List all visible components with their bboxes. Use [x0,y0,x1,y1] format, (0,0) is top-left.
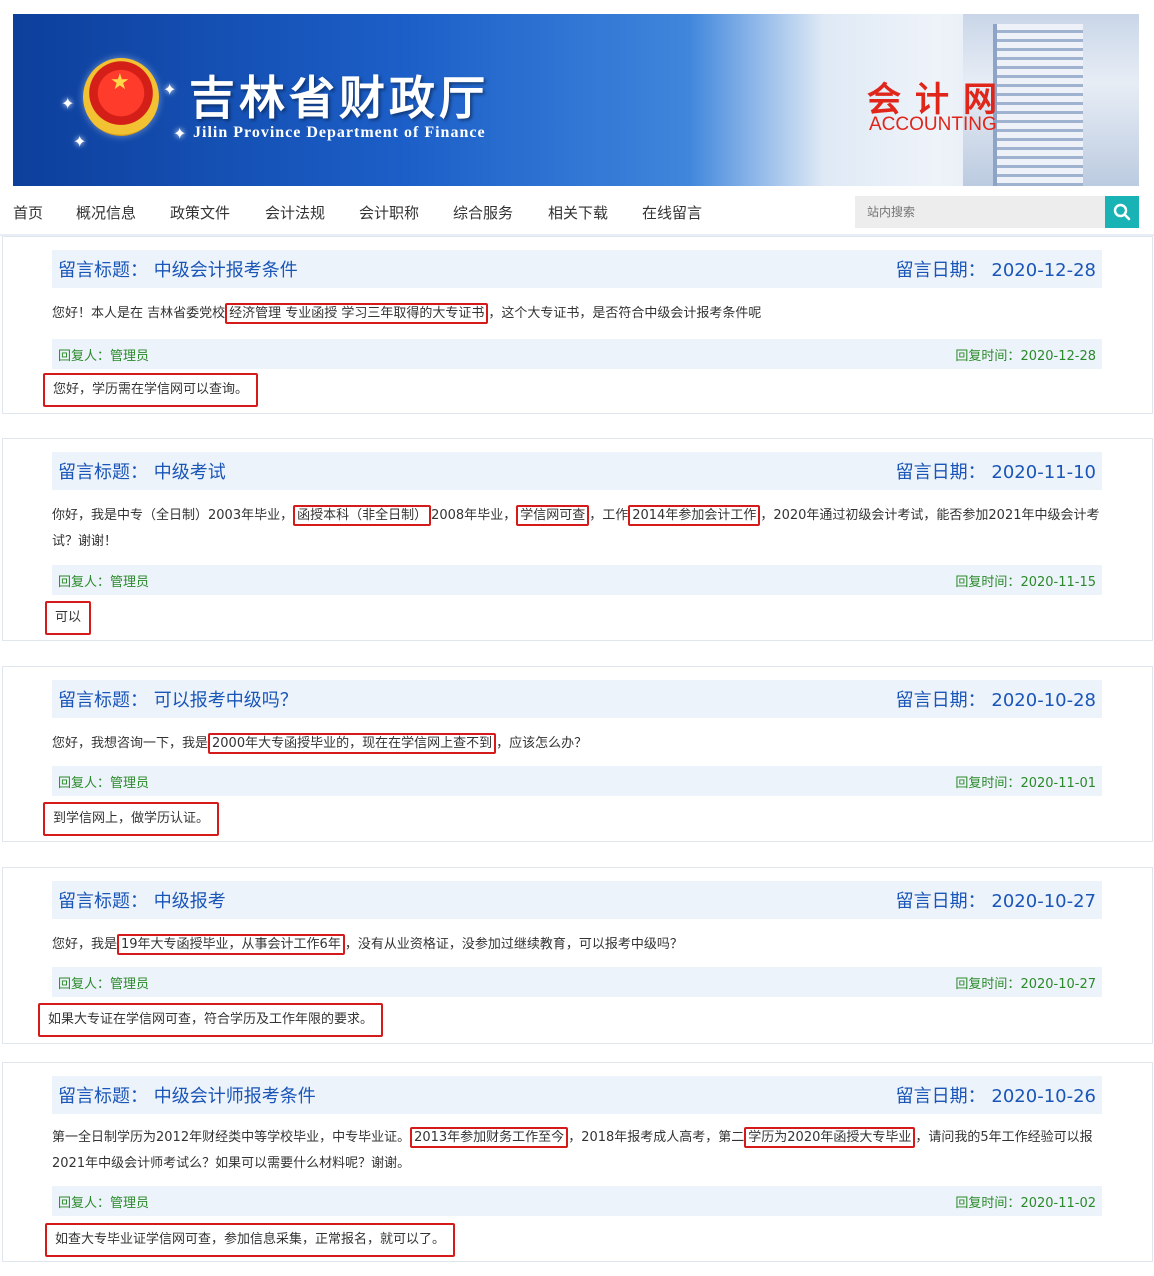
message-card: 留言标题： 中级考试 留言日期： 2020-11-10 你好，我是中专（全日制）… [2,438,1153,641]
sparkle-icon: ✦ [61,94,75,113]
nav-item-regulations[interactable]: 会计法规 [265,202,325,223]
reply-time: 回复时间：2020-11-01 [955,775,1096,791]
message-body: 您好！本人是在 吉林省委党校 经济管理 专业函授 学习三年取得的大专证书 ，这个大专… [52,301,1104,327]
nav-item-titles[interactable]: 会计职称 [359,202,419,223]
message-title: 留言标题： 中级会计报考条件 [58,260,298,281]
replier-label: 回复人：管理员 [58,348,150,364]
reply-answer: 可以 [45,601,92,635]
message-body: 您好，我想咨询一下，我是 2000年大专函授毕业的，现在在学信网上查不到 ，应该怎么… [52,731,1104,757]
sparkle-icon: ✦ [173,124,187,143]
reply-time: 回复时间：2020-10-27 [955,976,1096,992]
sparkle-icon: ✦ [163,80,177,99]
replier-label: 回复人：管理员 [58,574,150,590]
message-header: 留言标题： 可以报考中级吗？ 留言日期： 2020-10-28 [52,680,1102,718]
reply-bar: 回复人：管理员 回复时间：2020-12-28 [52,339,1102,369]
message-title: 留言标题： 中级报考 [58,891,226,912]
reply-bar: 回复人：管理员 回复时间：2020-11-15 [52,565,1102,595]
replier-label: 回复人：管理员 [58,775,150,791]
reply-answer: 如果大专证在学信网可查，符合学历及工作年限的要求。 [38,1003,384,1037]
message-title: 留言标题： 可以报考中级吗？ [58,690,298,711]
reply-time: 回复时间：2020-12-28 [955,348,1096,364]
message-header: 留言标题： 中级报考 留言日期： 2020-10-27 [52,881,1102,919]
reply-time: 回复时间：2020-11-15 [955,574,1096,590]
reply-answer: 您好，学历需在学信网可以查询。 [43,373,259,407]
message-title: 留言标题： 中级考试 [58,462,226,483]
message-date: 留言日期： 2020-12-28 [895,260,1096,281]
message-card: 留言标题： 中级会计师报考条件 留言日期： 2020-10-26 第一全日制学历… [2,1062,1153,1262]
site-title: 吉林省财政厅 [189,71,489,125]
message-body: 您好，我是 19年大专函授毕业，从事会计工作6年 ，没有从业资格证，没参加过继续教育… [52,932,1104,958]
nav-item-downloads[interactable]: 相关下载 [548,202,608,223]
replier-label: 回复人：管理员 [58,976,150,992]
message-date: 留言日期： 2020-10-26 [895,1086,1096,1107]
message-header: 留言标题： 中级考试 留言日期： 2020-11-10 [52,452,1102,490]
search-input[interactable] [855,196,1105,228]
nav-item-policy[interactable]: 政策文件 [170,202,230,223]
message-header: 留言标题： 中级会计师报考条件 留言日期： 2020-10-26 [52,1076,1102,1114]
nav-item-home[interactable]: 首页 [13,202,43,223]
sparkle-icon: ✦ [73,132,87,151]
message-body: 第一全日制学历为2012年财经类中等学校毕业，中专毕业证。 2013年参加财务工作… [52,1125,1104,1177]
site-title-english: Jilin Province Department of Finance [193,124,486,141]
nav-item-messages[interactable]: 在线留言 [642,202,702,223]
message-date: 留言日期： 2020-11-10 [895,462,1096,483]
replier-label: 回复人：管理员 [58,1195,150,1211]
message-card: 留言标题： 可以报考中级吗？ 留言日期： 2020-10-28 您好，我想咨询一… [2,666,1153,842]
message-date: 留言日期： 2020-10-27 [895,891,1096,912]
message-body: 你好，我是中专（全日制）2003年毕业， 函授本科（非全日制） 2008年毕业， 学信… [52,503,1104,555]
message-card: 留言标题： 中级会计报考条件 留言日期： 2020-12-28 您好！本人是在 … [2,236,1153,414]
message-header: 留言标题： 中级会计报考条件 留言日期： 2020-12-28 [52,250,1102,288]
search-button[interactable] [1105,196,1139,228]
reply-time: 回复时间：2020-11-02 [955,1195,1096,1211]
search-box [855,196,1139,228]
accounting-subtitle: ACCOUNTING [869,114,997,135]
header-banner: ✦ ✦ ✦ ✦ ★ 吉林省财政厅 Jilin Province Departme… [13,14,1139,186]
reply-answer: 如查大专毕业证学信网可查，参加信息采集，正常报名，就可以了。 [45,1223,456,1257]
message-date: 留言日期： 2020-10-28 [895,690,1096,711]
message-card: 留言标题： 中级报考 留言日期： 2020-10-27 您好，我是 19年大专函授… [2,867,1153,1044]
reply-bar: 回复人：管理员 回复时间：2020-11-02 [52,1186,1102,1216]
message-title: 留言标题： 中级会计师报考条件 [58,1086,316,1107]
reply-answer: 到学信网上，做学历认证。 [43,802,220,836]
search-icon [1113,203,1131,221]
national-emblem-icon: ★ [83,58,159,136]
reply-bar: 回复人：管理员 回复时间：2020-11-01 [52,766,1102,796]
nav-item-overview[interactable]: 概况信息 [76,202,136,223]
reply-bar: 回复人：管理员 回复时间：2020-10-27 [52,967,1102,997]
nav-item-services[interactable]: 综合服务 [453,202,513,223]
